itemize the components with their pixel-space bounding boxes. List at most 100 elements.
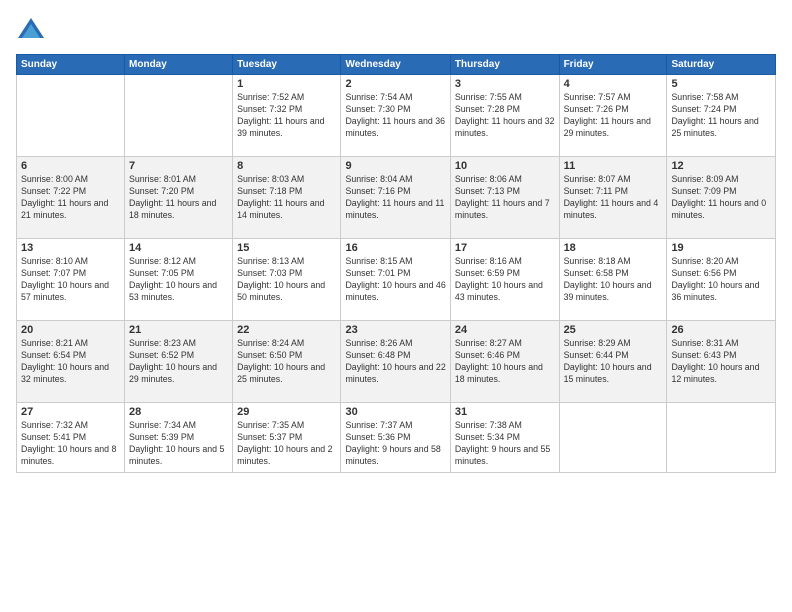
day-info: Sunrise: 8:00 AM Sunset: 7:22 PM Dayligh… xyxy=(21,174,120,222)
day-info: Sunrise: 8:16 AM Sunset: 6:59 PM Dayligh… xyxy=(455,256,555,304)
day-number: 5 xyxy=(671,78,771,90)
day-info: Sunrise: 8:09 AM Sunset: 7:09 PM Dayligh… xyxy=(671,174,771,222)
day-cell: 19Sunrise: 8:20 AM Sunset: 6:56 PM Dayli… xyxy=(667,239,776,321)
day-number: 14 xyxy=(129,242,228,254)
day-info: Sunrise: 7:37 AM Sunset: 5:36 PM Dayligh… xyxy=(345,420,445,468)
day-cell: 3Sunrise: 7:55 AM Sunset: 7:28 PM Daylig… xyxy=(450,75,559,157)
day-number: 10 xyxy=(455,160,555,172)
day-cell: 15 Sunrise: 8:13 AM Sunset: 7:03 PM Dayli… xyxy=(233,239,341,321)
day-cell: 28Sunrise: 7:34 AM Sunset: 5:39 PM Dayli… xyxy=(125,403,233,473)
day-number: 26 xyxy=(671,324,771,336)
header-cell-wednesday: Wednesday xyxy=(341,55,450,75)
day-info: Sunrise: 8:24 AM Sunset: 6:50 PM Dayligh… xyxy=(237,338,336,386)
logo xyxy=(16,16,50,46)
day-info: Sunrise: 8:10 AM Sunset: 7:07 PM Dayligh… xyxy=(21,256,120,304)
week-row: 27Sunrise: 7:32 AM Sunset: 5:41 PM Dayli… xyxy=(17,403,776,473)
day-cell: 2Sunrise: 7:54 AM Sunset: 7:30 PM Daylig… xyxy=(341,75,450,157)
day-number: 9 xyxy=(345,160,445,172)
day-cell: 31 Sunrise: 7:38 AM Sunset: 5:34 PM Dayli… xyxy=(450,403,559,473)
day-cell xyxy=(559,403,667,473)
week-row: 1Sunrise: 7:52 AM Sunset: 7:32 PM Daylig… xyxy=(17,75,776,157)
day-info: Sunrise: 7:35 AM Sunset: 5:37 PM Dayligh… xyxy=(237,420,336,468)
day-number: 3 xyxy=(455,78,555,90)
day-number: 29 xyxy=(237,406,336,418)
day-cell: 18 Sunrise: 8:18 AM Sunset: 6:58 PM Dayli… xyxy=(559,239,667,321)
day-number: 4 xyxy=(564,78,663,90)
day-cell: 11 Sunrise: 8:07 AM Sunset: 7:11 PM Dayli… xyxy=(559,157,667,239)
week-row: 20 Sunrise: 8:21 AM Sunset: 6:54 PM Dayli… xyxy=(17,321,776,403)
day-info: Sunrise: 8:18 AM Sunset: 6:58 PM Dayligh… xyxy=(564,256,663,304)
day-cell: 9 Sunrise: 8:04 AM Sunset: 7:16 PM Daylig… xyxy=(341,157,450,239)
day-cell: 1Sunrise: 7:52 AM Sunset: 7:32 PM Daylig… xyxy=(233,75,341,157)
day-info: Sunrise: 8:21 AM Sunset: 6:54 PM Dayligh… xyxy=(21,338,120,386)
day-number: 6 xyxy=(21,160,120,172)
calendar: SundayMondayTuesdayWednesdayThursdayFrid… xyxy=(16,54,776,473)
day-number: 25 xyxy=(564,324,663,336)
day-number: 2 xyxy=(345,78,445,90)
day-cell: 29 Sunrise: 7:35 AM Sunset: 5:37 PM Dayli… xyxy=(233,403,341,473)
day-number: 13 xyxy=(21,242,120,254)
day-number: 30 xyxy=(345,406,445,418)
day-cell: 10Sunrise: 8:06 AM Sunset: 7:13 PM Dayli… xyxy=(450,157,559,239)
day-info: Sunrise: 8:31 AM Sunset: 6:43 PM Dayligh… xyxy=(671,338,771,386)
day-info: Sunrise: 8:29 AM Sunset: 6:44 PM Dayligh… xyxy=(564,338,663,386)
day-cell: 13 Sunrise: 8:10 AM Sunset: 7:07 PM Dayli… xyxy=(17,239,125,321)
day-number: 8 xyxy=(237,160,336,172)
day-info: Sunrise: 7:58 AM Sunset: 7:24 PM Dayligh… xyxy=(671,92,771,140)
day-info: Sunrise: 8:13 AM Sunset: 7:03 PM Dayligh… xyxy=(237,256,336,304)
day-cell: 26 Sunrise: 8:31 AM Sunset: 6:43 PM Dayli… xyxy=(667,321,776,403)
day-cell: 23Sunrise: 8:26 AM Sunset: 6:48 PM Dayli… xyxy=(341,321,450,403)
day-info: Sunrise: 8:07 AM Sunset: 7:11 PM Dayligh… xyxy=(564,174,663,222)
week-row: 6 Sunrise: 8:00 AM Sunset: 7:22 PM Daylig… xyxy=(17,157,776,239)
day-number: 1 xyxy=(237,78,336,90)
day-cell: 17 Sunrise: 8:16 AM Sunset: 6:59 PM Dayli… xyxy=(450,239,559,321)
day-number: 22 xyxy=(237,324,336,336)
day-cell: 8Sunrise: 8:03 AM Sunset: 7:18 PM Daylig… xyxy=(233,157,341,239)
header xyxy=(16,16,776,46)
header-cell-sunday: Sunday xyxy=(17,55,125,75)
day-cell: 22 Sunrise: 8:24 AM Sunset: 6:50 PM Dayli… xyxy=(233,321,341,403)
day-number: 15 xyxy=(237,242,336,254)
day-info: Sunrise: 8:23 AM Sunset: 6:52 PM Dayligh… xyxy=(129,338,228,386)
day-cell: 6 Sunrise: 8:00 AM Sunset: 7:22 PM Daylig… xyxy=(17,157,125,239)
day-cell: 27Sunrise: 7:32 AM Sunset: 5:41 PM Dayli… xyxy=(17,403,125,473)
day-number: 7 xyxy=(129,160,228,172)
logo-icon xyxy=(16,16,46,46)
day-cell xyxy=(125,75,233,157)
day-info: Sunrise: 8:15 AM Sunset: 7:01 PM Dayligh… xyxy=(345,256,445,304)
day-cell xyxy=(17,75,125,157)
day-number: 21 xyxy=(129,324,228,336)
day-number: 31 xyxy=(455,406,555,418)
day-info: Sunrise: 7:38 AM Sunset: 5:34 PM Dayligh… xyxy=(455,420,555,468)
day-number: 11 xyxy=(564,160,663,172)
day-number: 16 xyxy=(345,242,445,254)
day-cell: 24 Sunrise: 8:27 AM Sunset: 6:46 PM Dayli… xyxy=(450,321,559,403)
day-info: Sunrise: 8:12 AM Sunset: 7:05 PM Dayligh… xyxy=(129,256,228,304)
day-number: 23 xyxy=(345,324,445,336)
day-cell: 25 Sunrise: 8:29 AM Sunset: 6:44 PM Dayli… xyxy=(559,321,667,403)
day-number: 19 xyxy=(671,242,771,254)
day-cell: 20 Sunrise: 8:21 AM Sunset: 6:54 PM Dayli… xyxy=(17,321,125,403)
header-cell-friday: Friday xyxy=(559,55,667,75)
day-number: 24 xyxy=(455,324,555,336)
day-number: 28 xyxy=(129,406,228,418)
day-number: 17 xyxy=(455,242,555,254)
day-cell: 30 Sunrise: 7:37 AM Sunset: 5:36 PM Dayli… xyxy=(341,403,450,473)
header-cell-thursday: Thursday xyxy=(450,55,559,75)
week-row: 13 Sunrise: 8:10 AM Sunset: 7:07 PM Dayli… xyxy=(17,239,776,321)
header-cell-tuesday: Tuesday xyxy=(233,55,341,75)
day-cell: 14 Sunrise: 8:12 AM Sunset: 7:05 PM Dayli… xyxy=(125,239,233,321)
day-info: Sunrise: 8:04 AM Sunset: 7:16 PM Dayligh… xyxy=(345,174,445,222)
day-number: 27 xyxy=(21,406,120,418)
day-info: Sunrise: 8:01 AM Sunset: 7:20 PM Dayligh… xyxy=(129,174,228,222)
header-cell-monday: Monday xyxy=(125,55,233,75)
day-info: Sunrise: 8:27 AM Sunset: 6:46 PM Dayligh… xyxy=(455,338,555,386)
day-number: 20 xyxy=(21,324,120,336)
day-info: Sunrise: 7:57 AM Sunset: 7:26 PM Dayligh… xyxy=(564,92,663,140)
day-cell: 12Sunrise: 8:09 AM Sunset: 7:09 PM Dayli… xyxy=(667,157,776,239)
day-cell xyxy=(667,403,776,473)
header-cell-saturday: Saturday xyxy=(667,55,776,75)
day-cell: 7 Sunrise: 8:01 AM Sunset: 7:20 PM Daylig… xyxy=(125,157,233,239)
day-number: 18 xyxy=(564,242,663,254)
page: SundayMondayTuesdayWednesdayThursdayFrid… xyxy=(0,0,792,612)
